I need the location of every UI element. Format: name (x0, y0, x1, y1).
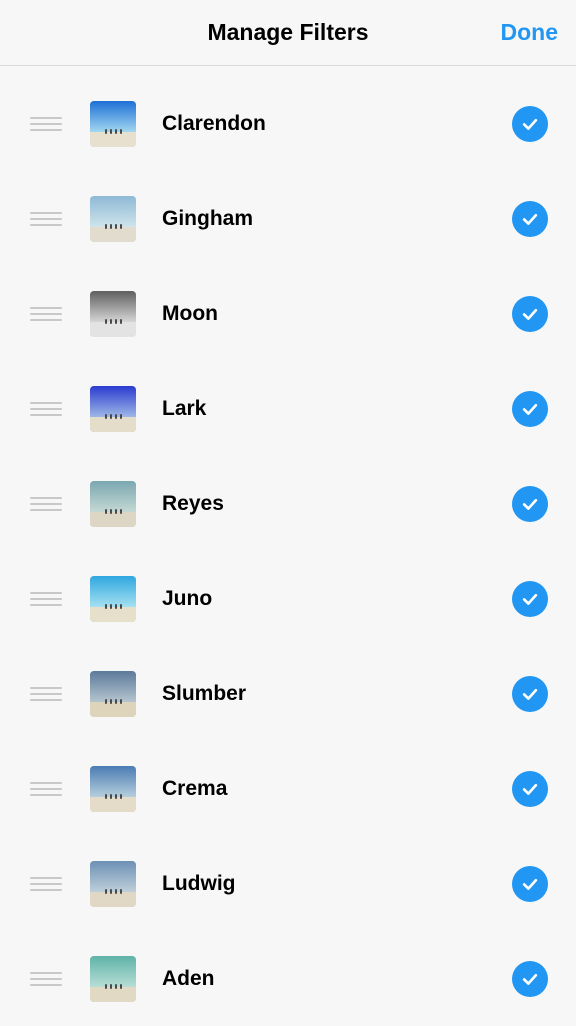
checkmark-icon (520, 874, 540, 894)
drag-handle-icon[interactable] (30, 497, 62, 511)
filter-name-label: Slumber (162, 682, 512, 706)
filter-thumbnail (90, 956, 136, 1002)
checkmark-toggle[interactable] (512, 771, 548, 807)
filter-row: Juno (0, 551, 576, 646)
checkmark-toggle[interactable] (512, 866, 548, 902)
checkmark-icon (520, 589, 540, 609)
filter-row: Ludwig (0, 836, 576, 931)
filter-name-label: Juno (162, 587, 512, 611)
drag-handle-icon[interactable] (30, 592, 62, 606)
checkmark-toggle[interactable] (512, 296, 548, 332)
checkmark-toggle[interactable] (512, 961, 548, 997)
checkmark-icon (520, 779, 540, 799)
checkmark-icon (520, 304, 540, 324)
drag-handle-icon[interactable] (30, 117, 62, 131)
filter-name-label: Lark (162, 397, 512, 421)
checkmark-icon (520, 969, 540, 989)
checkmark-toggle[interactable] (512, 201, 548, 237)
checkmark-icon (520, 209, 540, 229)
checkmark-icon (520, 494, 540, 514)
checkmark-toggle[interactable] (512, 676, 548, 712)
done-button[interactable]: Done (501, 19, 559, 46)
drag-handle-icon[interactable] (30, 687, 62, 701)
filter-name-label: Clarendon (162, 112, 512, 136)
checkmark-icon (520, 399, 540, 419)
filter-row: Slumber (0, 646, 576, 741)
filter-row: Reyes (0, 456, 576, 551)
navbar: Manage Filters Done (0, 0, 576, 66)
filter-thumbnail (90, 196, 136, 242)
filter-name-label: Moon (162, 302, 512, 326)
filter-name-label: Ludwig (162, 872, 512, 896)
filter-row: Crema (0, 741, 576, 836)
drag-handle-icon[interactable] (30, 877, 62, 891)
filter-thumbnail (90, 481, 136, 527)
drag-handle-icon[interactable] (30, 307, 62, 321)
filter-thumbnail (90, 576, 136, 622)
filter-row: Moon (0, 266, 576, 361)
filter-thumbnail (90, 671, 136, 717)
filter-thumbnail (90, 861, 136, 907)
filter-row: Lark (0, 361, 576, 456)
filter-row: Aden (0, 931, 576, 1026)
filter-list: Clarendon Gingham Moon Lark Reyes Juno Slumber… (0, 66, 576, 1026)
checkmark-icon (520, 684, 540, 704)
filter-row: Gingham (0, 171, 576, 266)
page-title: Manage Filters (207, 19, 368, 46)
drag-handle-icon[interactable] (30, 402, 62, 416)
filter-row: Clarendon (0, 76, 576, 171)
drag-handle-icon[interactable] (30, 212, 62, 226)
checkmark-icon (520, 114, 540, 134)
filter-thumbnail (90, 291, 136, 337)
filter-name-label: Gingham (162, 207, 512, 231)
filter-name-label: Crema (162, 777, 512, 801)
drag-handle-icon[interactable] (30, 972, 62, 986)
checkmark-toggle[interactable] (512, 486, 548, 522)
filter-thumbnail (90, 766, 136, 812)
filter-thumbnail (90, 101, 136, 147)
filter-name-label: Reyes (162, 492, 512, 516)
checkmark-toggle[interactable] (512, 106, 548, 142)
checkmark-toggle[interactable] (512, 391, 548, 427)
checkmark-toggle[interactable] (512, 581, 548, 617)
filter-name-label: Aden (162, 967, 512, 991)
filter-thumbnail (90, 386, 136, 432)
drag-handle-icon[interactable] (30, 782, 62, 796)
